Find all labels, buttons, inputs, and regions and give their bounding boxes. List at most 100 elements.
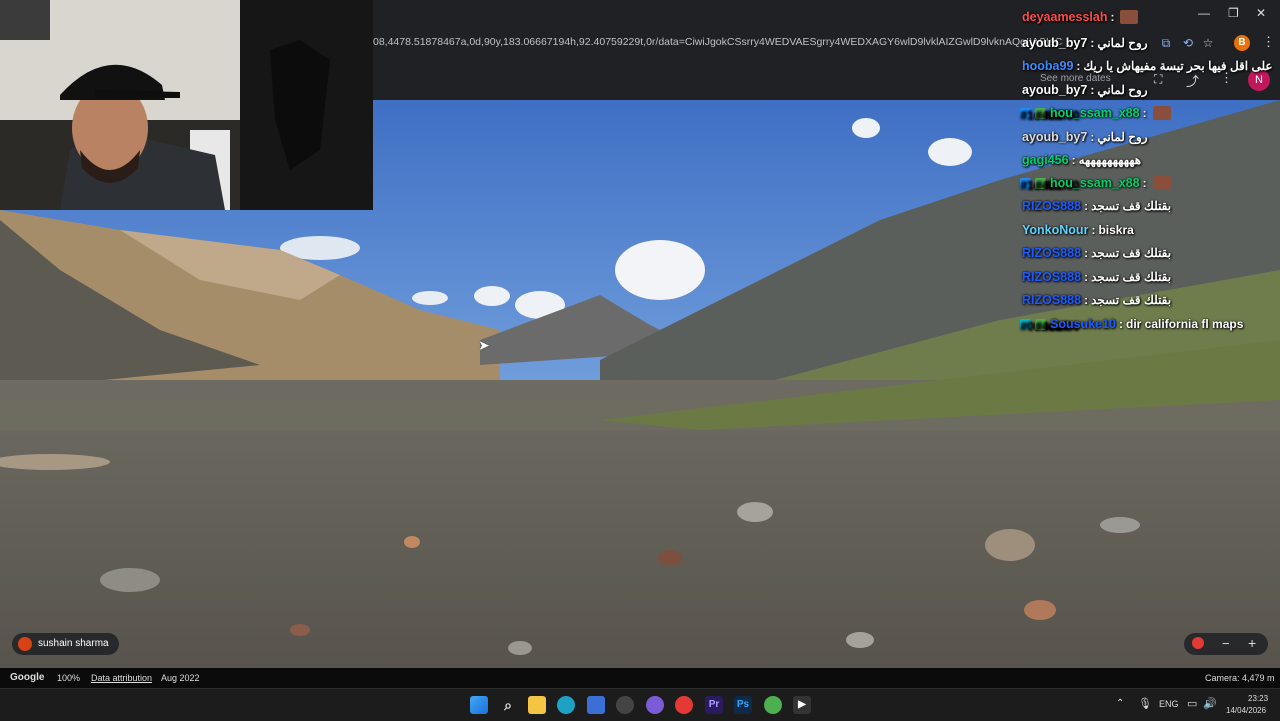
translate-icon[interactable]: ⟲ <box>1180 35 1196 51</box>
chat-message: deyaamesslah: <box>1022 6 1139 28</box>
clock-time[interactable]: 23:23 <box>1248 694 1268 703</box>
zoom-percent: 100% <box>57 673 81 683</box>
microphone-icon[interactable]: 🎙 <box>1138 697 1152 710</box>
discord-icon[interactable] <box>646 696 664 714</box>
chat-username[interactable]: YonkoNour <box>1022 223 1088 237</box>
chat-badge-icon: #4caf50 <box>1035 318 1080 333</box>
extension-avatar[interactable]: B <box>1234 35 1250 51</box>
chat-separator: : <box>1076 59 1081 73</box>
close-button[interactable]: ✕ <box>1256 6 1266 20</box>
chat-username[interactable]: ayoub_by7 <box>1022 83 1087 97</box>
chat-username[interactable]: hou_ssam_x88 <box>1050 106 1140 120</box>
bookmark-star-icon[interactable]: ☆ <box>1200 35 1216 51</box>
data-attribution-link[interactable]: Data attribution <box>91 673 152 683</box>
chat-text: روح لماني <box>1097 130 1148 144</box>
chat-text: روح لماني <box>1097 83 1148 97</box>
chat-separator: : <box>1084 270 1089 284</box>
chat-separator: : <box>1090 36 1095 50</box>
browser-menu-icon[interactable]: ⋮ <box>1262 34 1275 50</box>
chat-username[interactable]: ayoub_by7 <box>1022 130 1087 144</box>
chat-message: RIZOS888: بقتلك قف تسجد <box>1022 195 1171 217</box>
contributor-avatar <box>18 637 32 651</box>
chat-badge-icon: #1e90ff <box>1020 177 1061 192</box>
chat-username[interactable]: RIZOS888 <box>1022 293 1081 307</box>
chat-message: RIZOS888: بقتلك قف تسجد <box>1022 242 1171 264</box>
extension-icon[interactable]: ⧉ <box>1158 35 1174 51</box>
capture-date: Aug 2022 <box>161 673 200 683</box>
chat-separator: : <box>1071 153 1076 167</box>
chat-separator: : <box>1142 176 1147 190</box>
compass-icon[interactable] <box>1192 637 1204 649</box>
chat-username[interactable]: ayoub_by7 <box>1022 36 1087 50</box>
chat-text: بقتلك قف تسجد <box>1091 199 1172 213</box>
language-indicator[interactable]: ENG <box>1159 699 1179 709</box>
chat-username[interactable]: deyaamesslah <box>1022 10 1107 24</box>
minimize-button[interactable]: — <box>1198 6 1210 20</box>
chat-message: hooba99: على اقل فيها بحر تيسة مفيهاش يا … <box>1022 55 1273 77</box>
chat-text: biskra <box>1098 223 1134 237</box>
chat-separator: : <box>1110 10 1115 24</box>
network-icon[interactable]: ▭ <box>1187 697 1197 710</box>
chat-text: بقتلك قف تسجد <box>1091 293 1172 307</box>
utorrent-icon[interactable] <box>764 696 782 714</box>
zoom-control: − + <box>1184 633 1268 655</box>
chat-username[interactable]: hou_ssam_x88 <box>1050 176 1140 190</box>
premiere-icon[interactable]: Pr <box>705 696 723 714</box>
chat-username[interactable]: RIZOS888 <box>1022 199 1081 213</box>
chat-username[interactable]: RIZOS888 <box>1022 270 1081 284</box>
google-logo: Google <box>10 672 45 683</box>
chat-text: بقتلك قف تسجد <box>1091 270 1172 284</box>
chat-message: #1e90ff#4caf50hou_ssam_x88: <box>1020 172 1171 194</box>
chat-emote-icon <box>1152 176 1171 190</box>
windows-taskbar: ⌕ Pr Ps ▶ ⌃ 🎙 ENG ▭ 🔊 23:23 14/04/2026 <box>0 688 1280 721</box>
chat-message: RIZOS888: بقتلك قف تسجد <box>1022 266 1171 288</box>
contributor-name: sushain sharma <box>38 638 109 649</box>
chat-message: #00bcd4#4caf50Sousuke10:dir california f… <box>1020 313 1243 335</box>
chat-message: gagi456: ههههههههههه <box>1022 149 1141 171</box>
chat-separator: : <box>1090 83 1095 97</box>
chat-username[interactable]: hooba99 <box>1022 59 1073 73</box>
file-explorer-icon[interactable] <box>528 696 546 714</box>
address-bar[interactable]: 08,4478.51878467a,0d,90y,183.06667194h,9… <box>373 36 1063 48</box>
chat-message: ayoub_by7: روح لماني <box>1022 126 1148 148</box>
search-icon[interactable]: ⌕ <box>499 696 517 714</box>
chat-message: ayoub_by7: روح لماني <box>1022 79 1148 101</box>
streamer-illustration <box>0 0 373 210</box>
chat-message: RIZOS888: بقتلك قف تسجد <box>1022 289 1171 311</box>
restore-button[interactable]: ❐ <box>1228 6 1239 20</box>
tray-chevron-icon[interactable]: ⌃ <box>1116 698 1124 709</box>
chat-username[interactable]: RIZOS888 <box>1022 246 1081 260</box>
zoom-in-button[interactable]: + <box>1248 635 1256 651</box>
chat-username[interactable]: gagi456 <box>1022 153 1069 167</box>
chat-text: روح لماني <box>1097 36 1148 50</box>
chat-text: بقتلك قف تسجد <box>1091 246 1172 260</box>
chrome-icon[interactable] <box>675 696 693 714</box>
mouse-cursor-icon: ➤ <box>478 337 490 353</box>
chat-text: ههههههههههه <box>1078 153 1142 167</box>
chat-username[interactable]: Sousuke10 <box>1050 317 1116 331</box>
photoshop-icon[interactable]: Ps <box>734 696 752 714</box>
zoom-out-button[interactable]: − <box>1222 636 1230 651</box>
chat-separator: : <box>1142 106 1147 120</box>
chat-text: dir california fl maps <box>1126 317 1244 331</box>
chat-separator: : <box>1084 293 1089 307</box>
media-player-icon[interactable]: ▶ <box>793 696 811 714</box>
volume-icon[interactable]: 🔊 <box>1203 697 1217 710</box>
chat-badge-icon: #4caf50 <box>1035 107 1080 122</box>
edge-icon[interactable] <box>557 696 575 714</box>
chat-message: #1e90ff#4caf50hou_ssam_x88: <box>1020 102 1171 124</box>
clock-date[interactable]: 14/04/2026 <box>1226 706 1266 715</box>
chat-emote-icon <box>1152 106 1171 120</box>
maps-footer-bar: Google 100% Data attribution Aug 2022 Ca… <box>0 668 1280 688</box>
chat-badge-icon: #4caf50 <box>1035 177 1080 192</box>
chat-message: ayoub_by7: روح لماني <box>1022 32 1148 54</box>
chat-text: على اقل فيها بحر تيسة مفيهاش يا ريك <box>1083 59 1273 73</box>
chat-separator: : <box>1084 199 1089 213</box>
photo-contributor-chip[interactable]: sushain sharma <box>12 633 119 655</box>
chat-message: YonkoNour: biskra <box>1022 219 1134 241</box>
chat-separator: : <box>1090 130 1095 144</box>
store-icon[interactable] <box>587 696 605 714</box>
camera-altitude: Camera: 4,479 m <box>1205 673 1275 683</box>
obs-icon[interactable] <box>616 696 634 714</box>
start-button-icon[interactable] <box>470 696 488 714</box>
